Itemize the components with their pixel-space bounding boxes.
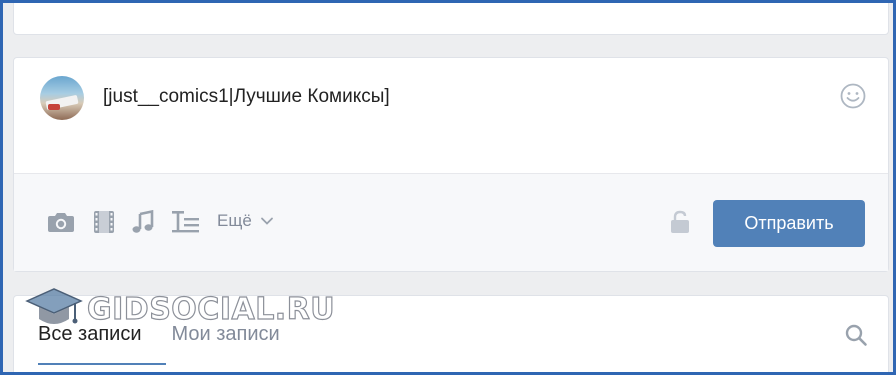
emoji-icon[interactable]	[840, 83, 866, 109]
previous-card	[13, 3, 889, 35]
lock-icon[interactable]	[670, 210, 690, 234]
more-attachments-button[interactable]: Ещё	[217, 211, 274, 231]
chevron-down-icon	[260, 217, 273, 225]
post-text-input[interactable]: [just__comics1|Лучшие Комиксы]	[103, 86, 390, 108]
feed-card: Все записи Мои записи	[13, 295, 889, 372]
more-label: Ещё	[217, 211, 252, 230]
active-tab-underline	[38, 363, 166, 365]
camera-icon[interactable]	[47, 208, 75, 236]
music-icon[interactable]	[131, 208, 155, 236]
screenshot-frame: [just__comics1|Лучшие Комиксы] Ещё Отпра…	[0, 0, 896, 375]
tab-all-posts[interactable]: Все записи	[38, 323, 142, 346]
feed-tabs: Все записи Мои записи	[38, 323, 280, 346]
avatar[interactable]	[40, 76, 84, 120]
article-icon[interactable]	[171, 208, 201, 236]
send-button[interactable]: Отправить	[713, 200, 865, 247]
tab-my-posts[interactable]: Мои записи	[172, 323, 280, 346]
post-composer: [just__comics1|Лучшие Комиксы] Ещё Отпра…	[13, 57, 889, 272]
video-icon[interactable]	[93, 208, 115, 236]
search-icon[interactable]	[844, 323, 868, 347]
